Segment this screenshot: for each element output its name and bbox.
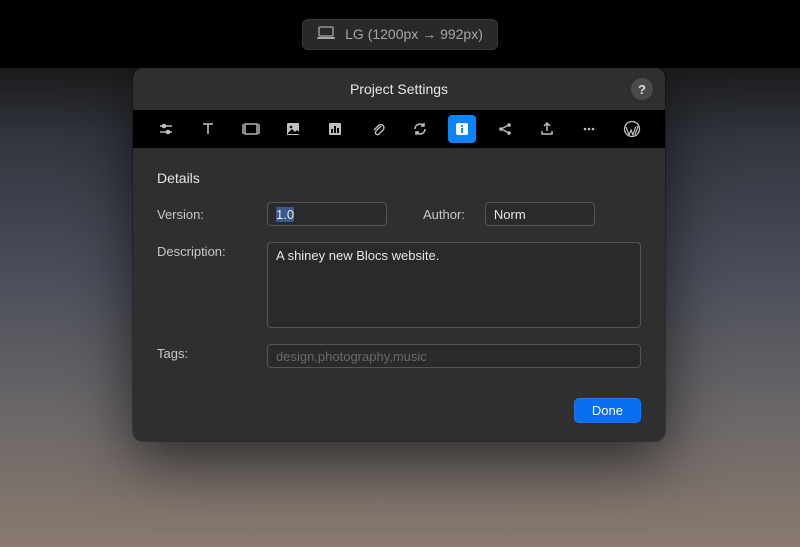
- modal-footer: Done: [157, 384, 641, 423]
- tab-attachment[interactable]: [364, 115, 392, 143]
- tags-row: Tags:: [157, 344, 641, 368]
- help-icon: ?: [638, 82, 646, 97]
- version-author-row: Version: Author:: [157, 202, 641, 226]
- wordpress-icon: [623, 120, 641, 138]
- tags-label: Tags:: [157, 344, 267, 361]
- author-input[interactable]: [485, 202, 595, 226]
- version-label: Version:: [157, 207, 267, 222]
- description-textarea[interactable]: [267, 242, 641, 328]
- breakpoint-indicator[interactable]: LG (1200px → 992px): [302, 19, 498, 50]
- top-bar: LG (1200px → 992px): [0, 0, 800, 68]
- tab-chart[interactable]: [321, 115, 349, 143]
- tab-info[interactable]: [448, 115, 476, 143]
- upload-icon: [539, 121, 555, 137]
- image-icon: [285, 121, 301, 137]
- settings-tab-bar: [133, 110, 665, 148]
- info-icon: [454, 121, 470, 137]
- author-label: Author:: [423, 207, 465, 222]
- breakpoint-label: LG (1200px → 992px): [345, 26, 483, 42]
- tab-wordpress[interactable]: [618, 115, 646, 143]
- more-icon: [581, 121, 597, 137]
- tab-more[interactable]: [575, 115, 603, 143]
- section-title: Details: [157, 170, 641, 186]
- modal-title: Project Settings: [350, 81, 448, 97]
- chart-icon: [327, 121, 343, 137]
- tab-refresh[interactable]: [406, 115, 434, 143]
- refresh-icon: [412, 121, 428, 137]
- tab-upload[interactable]: [533, 115, 561, 143]
- modal-header: Project Settings ?: [133, 68, 665, 110]
- description-row: Description:: [157, 242, 641, 328]
- tab-image[interactable]: [279, 115, 307, 143]
- tab-text[interactable]: [194, 115, 222, 143]
- modal-content: Details Version: Author: Description: Ta…: [133, 148, 665, 441]
- tab-sliders[interactable]: [152, 115, 180, 143]
- tab-frame[interactable]: [237, 115, 265, 143]
- attachment-icon: [370, 121, 386, 137]
- text-icon: [200, 121, 216, 137]
- share-icon: [497, 121, 513, 137]
- tags-input[interactable]: [267, 344, 641, 368]
- frame-icon: [242, 122, 260, 136]
- done-button[interactable]: Done: [574, 398, 641, 423]
- help-button[interactable]: ?: [631, 78, 653, 100]
- version-input[interactable]: [267, 202, 387, 226]
- tab-share[interactable]: [491, 115, 519, 143]
- sliders-icon: [158, 121, 174, 137]
- project-settings-modal: Project Settings ?: [133, 68, 665, 441]
- description-label: Description:: [157, 242, 267, 259]
- laptop-icon: [317, 26, 335, 43]
